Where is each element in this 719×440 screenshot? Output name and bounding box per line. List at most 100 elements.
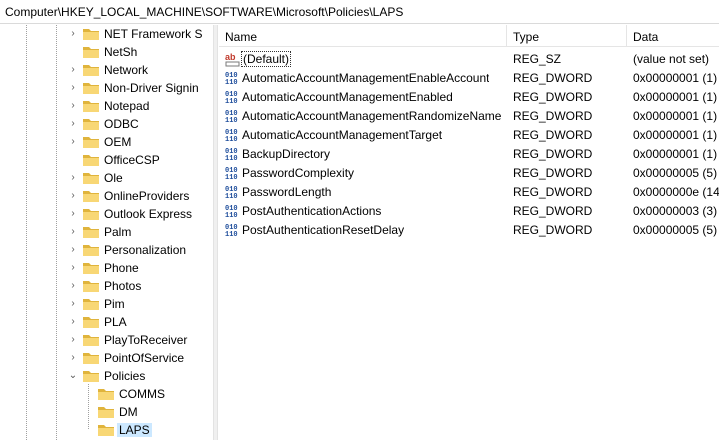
expand-chevron-icon[interactable]: › <box>68 298 78 310</box>
value-data: 0x0000000e (14) <box>633 185 719 199</box>
tree-item[interactable]: › OEM <box>0 133 213 151</box>
collapse-chevron-icon[interactable]: ⌄ <box>68 370 78 382</box>
expand-chevron-icon[interactable]: › <box>68 262 78 274</box>
address-bar[interactable]: Computer\HKEY_LOCAL_MACHINE\SOFTWARE\Mic… <box>0 0 719 24</box>
tree-item-label: Notepad <box>104 99 150 113</box>
tree-item[interactable]: › Phone <box>0 259 213 277</box>
pane-splitter[interactable] <box>213 25 218 440</box>
tree-item[interactable]: › OnlineProviders <box>0 187 213 205</box>
expand-chevron-icon[interactable]: › <box>68 28 78 40</box>
folder-icon <box>97 423 115 437</box>
registry-value-row[interactable]: 010 110 PostAuthenticationResetDelay REG_DW… <box>219 220 719 239</box>
column-header-name[interactable]: Name <box>219 25 507 47</box>
svg-text:110: 110 <box>225 98 238 105</box>
folder-icon <box>82 99 100 113</box>
tree-item[interactable]: LAPS <box>0 421 213 439</box>
expand-chevron-icon[interactable]: › <box>68 208 78 220</box>
value-name: AutomaticAccountManagementEnableAccount <box>242 71 490 85</box>
registry-value-row[interactable]: 010 110 AutomaticAccountManagementEnableAc… <box>219 68 719 87</box>
svg-text:110: 110 <box>225 231 238 238</box>
expand-chevron-icon[interactable]: › <box>68 352 78 364</box>
folder-icon <box>82 333 100 347</box>
binary-value-icon: 010 110 <box>225 108 241 125</box>
tree-item-label: OnlineProviders <box>104 189 190 203</box>
tree-item[interactable]: › PLA <box>0 313 213 331</box>
expand-chevron-icon[interactable]: › <box>68 280 78 292</box>
binary-value-icon: 010 110 <box>225 89 241 106</box>
tree-item-label: NET Framework S <box>104 27 203 41</box>
expand-chevron-icon[interactable]: › <box>68 118 78 130</box>
binary-value-icon: 010 110 <box>225 165 241 182</box>
tree-item[interactable]: › PointOfService <box>0 349 213 367</box>
folder-icon <box>82 171 100 185</box>
tree-item[interactable]: NetSh <box>0 43 213 61</box>
folder-icon <box>97 387 115 401</box>
tree-item[interactable]: › NET Framework S <box>0 25 213 43</box>
expand-chevron-icon[interactable]: › <box>68 226 78 238</box>
tree-item[interactable]: › PlayToReceiver <box>0 331 213 349</box>
tree-item-label: Pim <box>104 297 125 311</box>
registry-value-row[interactable]: 010 110 AutomaticAccountManagementTarget RE… <box>219 125 719 144</box>
tree-item[interactable]: › Outlook Express <box>0 205 213 223</box>
tree-item[interactable]: › Pim <box>0 295 213 313</box>
value-data: 0x00000001 (1) <box>633 128 718 142</box>
tree-item[interactable]: › Non-Driver Signin <box>0 79 213 97</box>
registry-value-row[interactable]: 010 110 AutomaticAccountManagementEnabled R… <box>219 87 719 106</box>
tree-item[interactable]: › Notepad <box>0 97 213 115</box>
folder-icon <box>82 243 100 257</box>
values-list[interactable]: Name Type Data ab (Default) REG_SZ (value n… <box>219 25 719 440</box>
tree-item[interactable]: › ODBC <box>0 115 213 133</box>
registry-value-row[interactable]: ab (Default) REG_SZ (value not set) <box>219 49 719 68</box>
value-type: REG_DWORD <box>513 128 593 142</box>
tree-item-label: OfficeCSP <box>104 153 160 167</box>
tree-item-label: Personalization <box>104 243 187 257</box>
tree-item-label: OEM <box>104 135 132 149</box>
svg-text:110: 110 <box>225 136 238 143</box>
folder-icon <box>82 279 100 293</box>
expand-chevron-icon[interactable]: › <box>68 64 78 76</box>
expand-chevron-icon[interactable]: › <box>68 172 78 184</box>
value-type: REG_DWORD <box>513 109 593 123</box>
svg-text:110: 110 <box>225 174 238 181</box>
registry-value-row[interactable]: 010 110 PasswordComplexity REG_DWORD 0x00000… <box>219 163 719 182</box>
tree-item[interactable]: › Palm <box>0 223 213 241</box>
tree-item-label: Phone <box>104 261 139 275</box>
tree-item[interactable]: COMMS <box>0 385 213 403</box>
folder-icon <box>82 315 100 329</box>
registry-key-tree[interactable]: › NET Framework S NetSh › Network › Non-Driver… <box>0 25 213 440</box>
value-data: 0x00000001 (1) <box>633 71 718 85</box>
folder-icon <box>82 63 100 77</box>
expand-chevron-icon[interactable]: › <box>68 100 78 112</box>
expand-chevron-icon <box>68 154 78 166</box>
folder-icon <box>82 189 100 203</box>
tree-item[interactable]: › Network <box>0 61 213 79</box>
tree-item[interactable]: › Ole <box>0 169 213 187</box>
value-data: (value not set) <box>633 52 710 66</box>
svg-text:110: 110 <box>225 117 238 124</box>
registry-value-row[interactable]: 010 110 PostAuthenticationActions REG_DWORD… <box>219 201 719 220</box>
folder-icon <box>82 225 100 239</box>
column-header-data[interactable]: Data <box>627 25 719 47</box>
tree-item[interactable]: DM <box>0 403 213 421</box>
column-header-type[interactable]: Type <box>507 25 627 47</box>
expand-chevron-icon[interactable]: › <box>68 136 78 148</box>
tree-item[interactable]: ⌄ Policies <box>0 367 213 385</box>
value-name: AutomaticAccountManagementEnabled <box>242 90 453 104</box>
expand-chevron-icon[interactable]: › <box>68 82 78 94</box>
tree-item[interactable]: › Personalization <box>0 241 213 259</box>
expand-chevron-icon[interactable]: › <box>68 244 78 256</box>
value-name: PasswordLength <box>242 185 332 199</box>
tree-item[interactable]: › Photos <box>0 277 213 295</box>
expand-chevron-icon[interactable]: › <box>68 334 78 346</box>
registry-value-row[interactable]: 010 110 BackupDirectory REG_DWORD 0x00000001… <box>219 144 719 163</box>
registry-value-row[interactable]: 010 110 PasswordLength REG_DWORD 0x0000000e … <box>219 182 719 201</box>
registry-value-row[interactable]: 010 110 AutomaticAccountManagementRandomiz… <box>219 106 719 125</box>
expand-chevron-icon <box>72 424 82 436</box>
expand-chevron-icon[interactable]: › <box>68 190 78 202</box>
value-type: REG_DWORD <box>513 223 593 237</box>
value-type: REG_DWORD <box>513 204 593 218</box>
tree-item[interactable]: OfficeCSP <box>0 151 213 169</box>
value-type: REG_SZ <box>513 52 562 66</box>
value-name: (Default) <box>240 51 292 67</box>
expand-chevron-icon[interactable]: › <box>68 316 78 328</box>
